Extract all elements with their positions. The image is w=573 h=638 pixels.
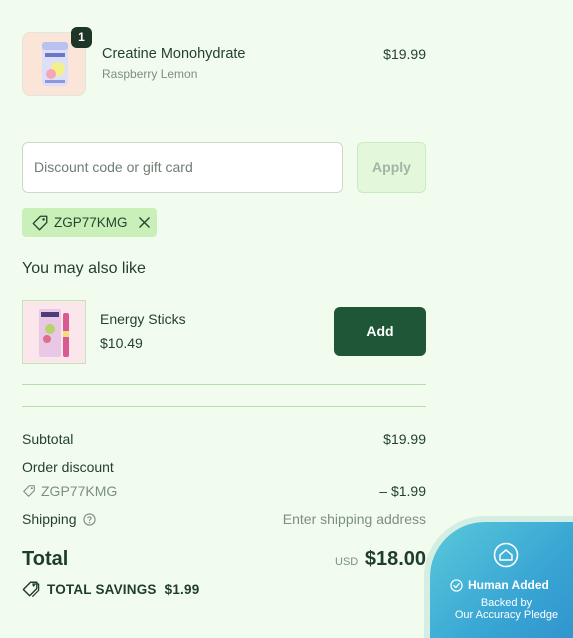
upsell-product-name: Energy Sticks bbox=[100, 311, 186, 327]
pledge-title-row: Human Added bbox=[450, 578, 549, 592]
applied-discount-chip: ZGP77KMG bbox=[22, 208, 157, 237]
subtotal-label: Subtotal bbox=[22, 431, 74, 447]
upsell-product-price: $10.49 bbox=[100, 335, 143, 351]
apply-button[interactable]: Apply bbox=[357, 142, 426, 193]
total-savings: TOTAL SAVINGS $1.99 bbox=[22, 580, 199, 598]
upsell-product-image bbox=[23, 301, 85, 363]
pledge-subtitle-2: Our Accuracy Pledge bbox=[454, 609, 559, 621]
pledge-subtitle-1: Backed by bbox=[480, 597, 533, 609]
savings-value: $1.99 bbox=[164, 581, 200, 597]
total-value: $18.00 bbox=[364, 548, 426, 570]
tag-icon bbox=[23, 485, 35, 497]
product-variant: Raspberry Lemon bbox=[102, 67, 198, 81]
discount-code-input[interactable]: Discount code or gift card bbox=[22, 142, 343, 193]
shipping-label: Shipping bbox=[22, 511, 77, 527]
quantity-badge: 1 bbox=[71, 27, 92, 48]
accuracy-pledge-badge[interactable]: Human Added Backed by Our Accuracy Pledg… bbox=[430, 522, 573, 638]
shipping-row: Shipping bbox=[22, 511, 96, 527]
product-title: Creatine Monohydrate bbox=[102, 46, 246, 62]
order-discount-label: Order discount bbox=[22, 459, 114, 475]
shield-home-icon bbox=[493, 542, 519, 568]
upsell-heading: You may also like bbox=[22, 260, 146, 277]
question-circle-icon[interactable] bbox=[82, 512, 96, 526]
discount-value: – $1.99 bbox=[379, 483, 426, 499]
total-label: Total bbox=[22, 548, 69, 570]
divider bbox=[22, 406, 426, 407]
product-price: $19.99 bbox=[383, 46, 426, 62]
currency-code: USD bbox=[335, 556, 359, 568]
savings-tag-icon bbox=[22, 581, 40, 598]
divider bbox=[22, 384, 426, 385]
upsell-thumbnail bbox=[22, 300, 86, 364]
discount-code-text: ZGP77KMG bbox=[41, 483, 118, 499]
add-upsell-button[interactable]: Add bbox=[334, 307, 426, 356]
discount-code-row: ZGP77KMG bbox=[22, 483, 117, 499]
shipping-value: Enter shipping address bbox=[282, 511, 426, 527]
check-circle-icon bbox=[450, 578, 463, 592]
cart-line-item: 1 Creatine Monohydrate Raspberry Lemon $… bbox=[22, 27, 426, 96]
close-icon[interactable] bbox=[138, 216, 151, 229]
applied-discount-code: ZGP77KMG bbox=[54, 215, 128, 230]
savings-label: TOTAL SAVINGS bbox=[47, 581, 157, 597]
tag-icon bbox=[32, 215, 48, 230]
pledge-title: Human Added bbox=[468, 578, 549, 592]
subtotal-value: $19.99 bbox=[383, 431, 426, 447]
